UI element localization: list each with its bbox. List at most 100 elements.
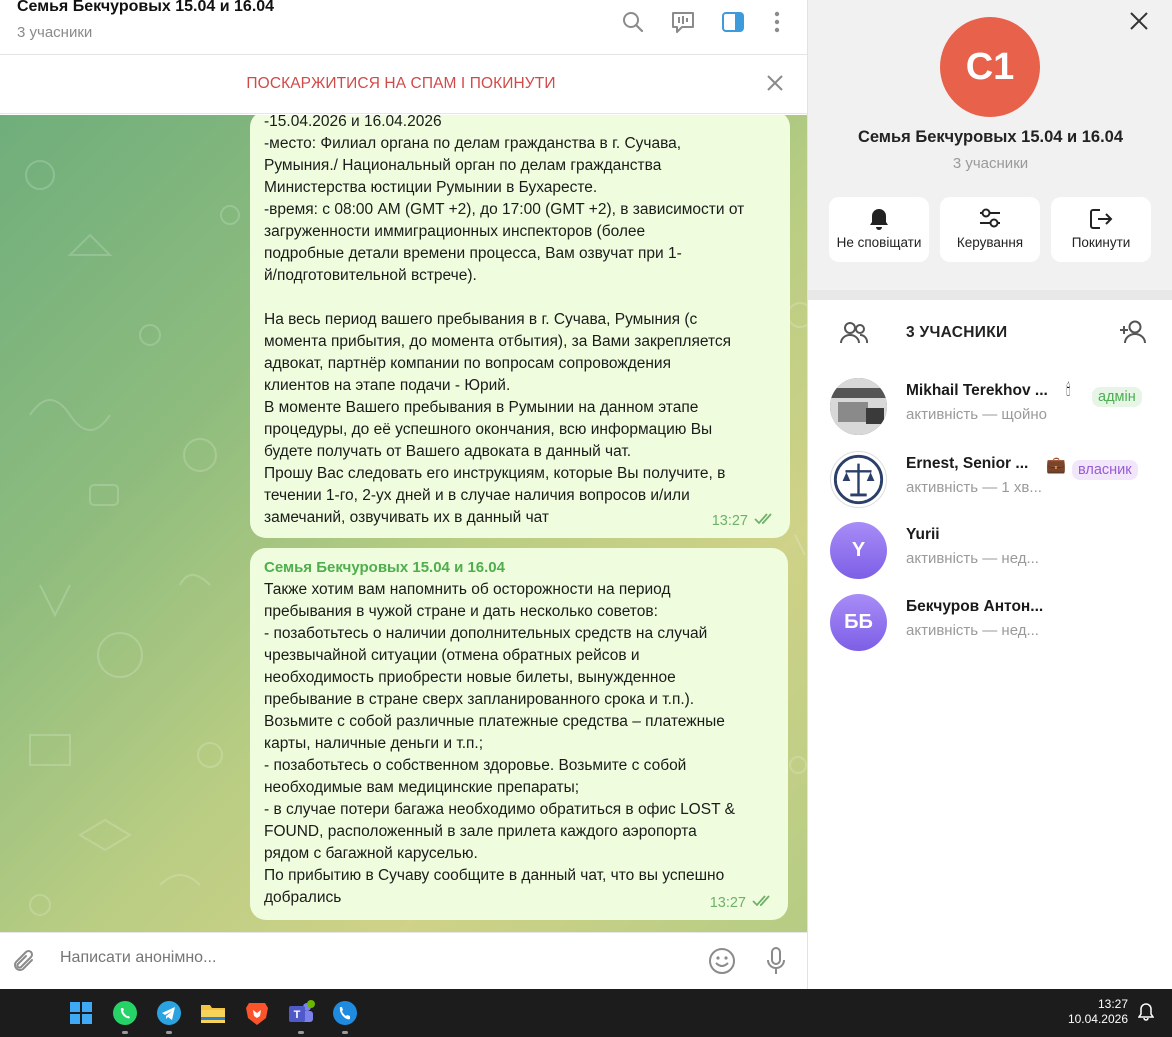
message-line: необходимые вам медицинские препараты;	[264, 779, 580, 796]
message-line: загруженности иммиграционных инспекторов…	[264, 223, 646, 240]
message-line: - позаботьтесь о собственном здоровье. В…	[264, 757, 687, 774]
phone-app-icon[interactable]	[331, 999, 359, 1027]
message-line: процедуры, до её успешного окончания, вс…	[264, 421, 713, 438]
leave-label: Покинути	[1071, 235, 1131, 250]
member-row[interactable]: ББ Бекчуров Антон... активність — нед...	[808, 590, 1172, 660]
group-title: Семья Бекчуровых 15.04 и 16.04	[857, 128, 1124, 146]
running-indicator	[342, 1031, 348, 1034]
message-line: рядом с багажной каруселью.	[264, 845, 478, 862]
report-spam-button[interactable]: ПОСКАРЖИТИСЯ НА СПАМ І ПОКИНУТИ	[0, 75, 802, 93]
brave-browser-icon[interactable]	[243, 999, 271, 1027]
message-line: карты, наличные деньги и т.п.;	[264, 735, 484, 752]
members-header: 3 УЧАСНИКИ	[808, 310, 1172, 356]
sidebar-toggle-icon[interactable]	[719, 8, 747, 36]
members-icon	[840, 321, 869, 350]
message-line: Возьмите с собой различные платежные сре…	[264, 713, 725, 730]
message-line: -время: с 08:00 AM (GMT +2), до 17:00 (G…	[264, 201, 745, 218]
composer	[0, 932, 807, 989]
bell-icon	[829, 207, 929, 231]
message-input[interactable]	[60, 949, 680, 967]
clock-date: 10.04.2026	[1067, 1012, 1128, 1026]
message-meta: 13:27	[712, 510, 776, 532]
more-menu-icon[interactable]	[763, 8, 791, 36]
system-clock[interactable]: 13:27 10.04.2026	[1068, 997, 1128, 1027]
message-line: подробные детали времени процесса, Вам о…	[264, 245, 682, 262]
clock-time: 13:27	[1097, 997, 1128, 1011]
avatar: Y	[830, 522, 887, 579]
sliders-icon	[940, 207, 1040, 229]
message-line: добрались	[264, 889, 342, 906]
group-info-header: С1 Семья Бекчуровых 15.04 и 16.04 3 учас…	[808, 0, 1172, 290]
member-row[interactable]: Ernest, Senior ... 💼 власник активність …	[808, 447, 1172, 517]
member-name: Yurii	[906, 526, 940, 543]
avatar: ББ	[830, 594, 887, 651]
group-info-panel: С1 Семья Бекчуровых 15.04 и 16.04 3 учас…	[807, 0, 1172, 989]
telegram-icon[interactable]	[155, 999, 183, 1027]
admin-badge: адмін	[1092, 387, 1142, 407]
chat-member-count[interactable]: 3 учасники	[17, 24, 92, 41]
notification-bell-icon[interactable]	[1137, 1003, 1155, 1026]
divider	[808, 290, 1172, 300]
member-status: активність — нед...	[906, 550, 1039, 567]
message-time: 13:27	[709, 895, 746, 911]
voice-chat-icon[interactable]	[669, 8, 697, 36]
avatar	[830, 378, 887, 435]
member-status: активність — щойно	[906, 406, 1047, 423]
message-line: й/подготовительной встрече).	[264, 267, 477, 284]
report-spam-bar: ПОСКАРЖИТИСЯ НА СПАМ І ПОКИНУТИ	[0, 55, 807, 114]
message-line: Прошу Вас следовать его инструкциям, кот…	[264, 465, 726, 482]
double-check-icon	[752, 892, 774, 914]
microphone-icon[interactable]	[766, 946, 786, 981]
message-bubble[interactable]: -15.04.2026 и 16.04.2026 -место: Филиал о…	[250, 115, 790, 538]
file-explorer-icon[interactable]	[199, 999, 227, 1027]
message-line: В моменте Вашего пребывания в Румынии на…	[264, 399, 699, 416]
chat-title[interactable]: Семья Бекчуровых 15.04 и 16.04	[17, 0, 274, 16]
add-member-icon[interactable]	[1118, 319, 1148, 350]
message-line: будете получать от Вашего адвоката в дан…	[264, 443, 632, 460]
group-member-count: 3 учасники	[952, 155, 1029, 172]
message-bubble[interactable]: Семья Бекчуровых 15.04 и 16.04 Также хот…	[250, 548, 788, 920]
member-row[interactable]: Y Yurii активність — нед...	[808, 518, 1172, 588]
owner-badge: власник	[1072, 460, 1138, 480]
message-line: адвокат, партнёр компании по вопросам со…	[264, 355, 671, 372]
message-line: Министерства юстиции Румынии в Бухаресте…	[264, 179, 598, 196]
running-indicator	[122, 1031, 128, 1034]
whatsapp-icon[interactable]	[111, 999, 139, 1027]
group-avatar[interactable]: С1	[940, 17, 1040, 117]
member-name: Mikhail Terekhov ...	[906, 382, 1048, 399]
svg-text:T: T	[294, 1009, 301, 1021]
message-meta: 13:27	[710, 892, 774, 914]
message-sender[interactable]: Семья Бекчуровых 15.04 и 16.04	[264, 557, 774, 579]
member-name: Ernest, Senior ...	[906, 455, 1029, 472]
taskbar: T 13:27 10.04.2026	[0, 989, 1172, 1037]
message-line: течении 1-го, 2-ух дней и в случае налич…	[264, 487, 690, 504]
message-line: пребывания в чужой стране и дать несколь…	[264, 603, 658, 620]
chat-header[interactable]: Семья Бекчуровых 15.04 и 16.04 3 учасник…	[0, 0, 807, 55]
message-line: момента прибытия, до момента отбытия), з…	[264, 333, 732, 350]
leave-button[interactable]: Покинути	[1051, 197, 1151, 262]
emoji-icon[interactable]	[708, 947, 736, 980]
message-line: замечаний, озвучивать их в данный чат	[264, 509, 550, 526]
message-time: 13:27	[711, 513, 748, 529]
windows-start-icon[interactable]	[67, 999, 95, 1027]
close-icon[interactable]	[764, 72, 786, 99]
member-status: активність — нед...	[906, 622, 1039, 639]
members-label: 3 УЧАСНИКИ	[906, 324, 1008, 341]
message-list[interactable]: -15.04.2026 и 16.04.2026 -место: Филиал о…	[0, 115, 807, 932]
manage-button[interactable]: Керування	[940, 197, 1040, 262]
member-row[interactable]: Mikhail Terekhov ... 🕯 адмін активність …	[808, 374, 1172, 444]
message-line: -15.04.2026 и 16.04.2026	[264, 115, 442, 130]
message-line: чрезвычайной ситуации (отмена обратных р…	[264, 647, 640, 664]
double-check-icon	[754, 510, 776, 532]
attach-icon[interactable]	[12, 948, 38, 981]
message-line: пребывание в стране сверх запланированно…	[264, 691, 695, 708]
member-name: Бекчуров Антон...	[906, 598, 1044, 615]
teams-icon[interactable]: T	[287, 999, 315, 1027]
search-icon[interactable]	[619, 8, 647, 36]
leave-icon	[1051, 207, 1151, 231]
mute-button[interactable]: Не сповіщати	[829, 197, 929, 262]
close-panel-icon[interactable]	[1128, 10, 1150, 37]
message-line: На весь период вашего пребывания в г. Су…	[264, 311, 698, 328]
message-text: Также хотим вам напомнить об осторожност…	[264, 579, 774, 909]
manage-label: Керування	[956, 235, 1024, 250]
